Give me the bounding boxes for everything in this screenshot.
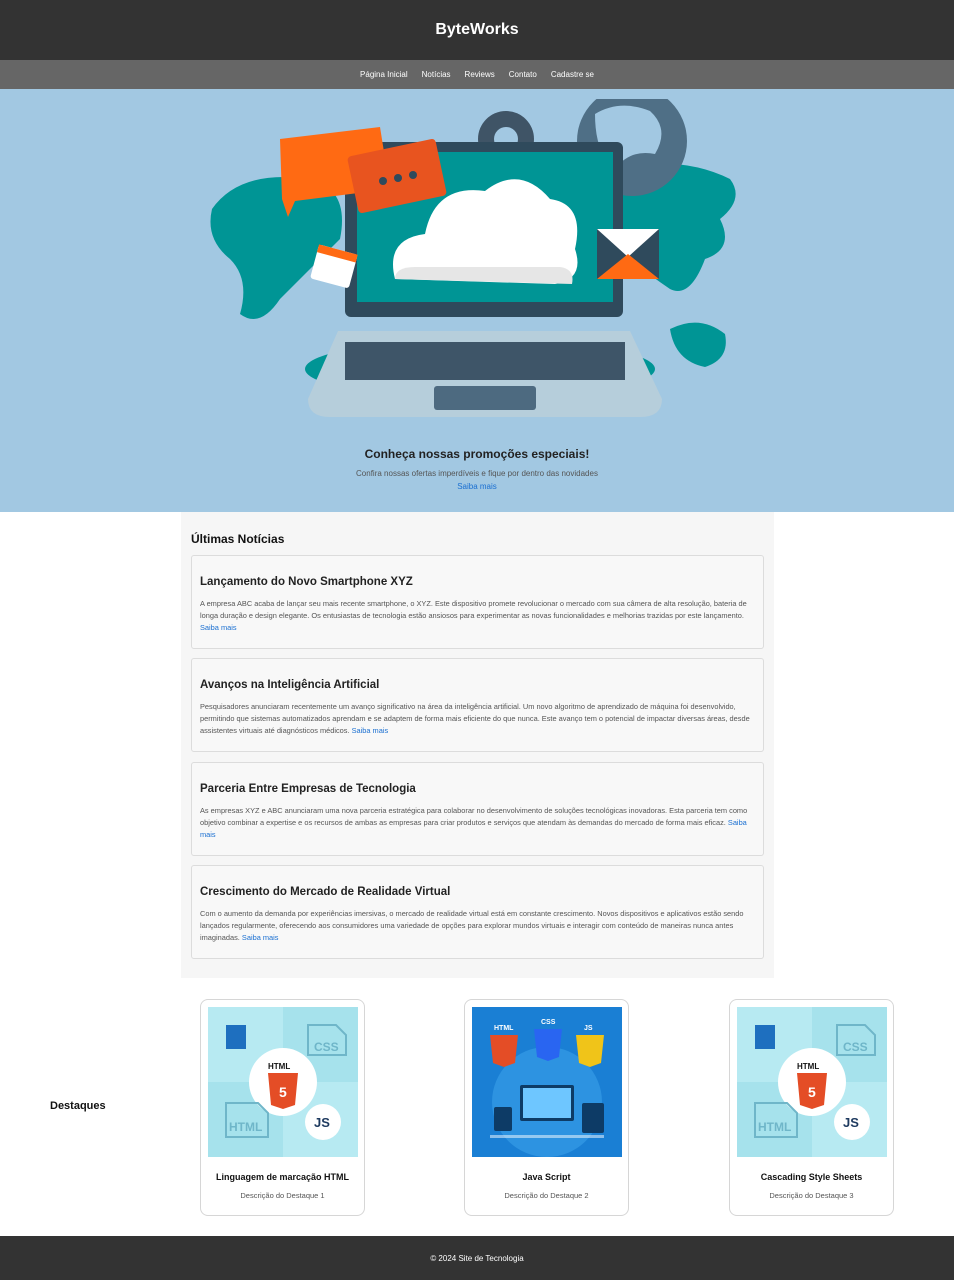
- svg-text:HTML: HTML: [797, 1062, 819, 1071]
- article-read-more-link[interactable]: Saiba mais: [242, 933, 279, 942]
- nav-item-contact[interactable]: Contato: [509, 70, 537, 79]
- highlight-card-description: Descrição do Destaque 1: [240, 1191, 325, 1200]
- svg-text:HTML: HTML: [758, 1120, 791, 1134]
- site-footer: © 2024 Site de Tecnologia: [0, 1236, 954, 1280]
- news-article: Avanços na Inteligência Artificial Pesqu…: [191, 658, 764, 752]
- highlight-card[interactable]: CSS HTML 5 HTML JS Cascading Style Sheet…: [729, 999, 894, 1216]
- article-body: As empresas XYZ e ABC anunciaram uma nov…: [200, 806, 748, 839]
- news-heading: Últimas Notícias: [191, 532, 285, 546]
- highlight-card-title: Linguagem de marcação HTML: [215, 1172, 350, 1182]
- article-title: Parceria Entre Empresas de Tecnologia: [200, 783, 416, 795]
- web-devices-illustration: HTML CSS JS: [472, 1007, 622, 1157]
- article-title: Avanços na Inteligência Artificial: [200, 679, 380, 691]
- svg-text:HTML: HTML: [229, 1120, 262, 1134]
- highlight-card-description: Descrição do Destaque 2: [504, 1191, 589, 1200]
- web-tech-illustration: CSS HTML 5 HTML JS: [208, 1007, 358, 1157]
- svg-text:JS: JS: [843, 1115, 859, 1130]
- svg-text:HTML: HTML: [268, 1062, 290, 1071]
- article-body: Pesquisadores anunciaram recentemente um…: [200, 702, 750, 735]
- svg-text:JS: JS: [314, 1115, 330, 1130]
- highlights-heading: Destaques: [50, 1100, 106, 1112]
- nav-item-news[interactable]: Notícias: [422, 70, 451, 79]
- highlight-card-title: Cascading Style Sheets: [760, 1172, 863, 1182]
- svg-text:CSS: CSS: [843, 1040, 868, 1054]
- svg-text:JS: JS: [584, 1025, 593, 1032]
- article-body: A empresa ABC acaba de lançar seu mais r…: [200, 599, 747, 632]
- site-title: ByteWorks: [435, 21, 519, 38]
- article-read-more-link[interactable]: Saiba mais: [200, 623, 237, 632]
- article-title: Crescimento do Mercado de Realidade Virt…: [200, 886, 451, 898]
- footer-copyright: © 2024 Site de Tecnologia: [430, 1253, 524, 1263]
- hero-subtitle: Confira nossas ofertas imperdíveis e fiq…: [356, 469, 598, 478]
- site-header: ByteWorks: [0, 0, 954, 60]
- svg-text:CSS: CSS: [541, 1019, 556, 1026]
- article-body: Com o aumento da demanda por experiência…: [200, 909, 744, 942]
- hero-learn-more-link[interactable]: Saiba mais: [0, 482, 954, 491]
- article-read-more-link[interactable]: Saiba mais: [352, 726, 389, 735]
- nav-item-signup[interactable]: Cadastre se: [551, 70, 594, 79]
- nav-item-home[interactable]: Página Inicial: [360, 70, 408, 79]
- highlight-card[interactable]: HTML CSS JS Java Script Descrição do Des…: [464, 999, 629, 1216]
- news-article: Crescimento do Mercado de Realidade Virt…: [191, 865, 764, 959]
- svg-text:5: 5: [808, 1084, 816, 1100]
- hero-title: Conheça nossas promoções especiais!: [364, 447, 590, 461]
- article-title: Lançamento do Novo Smartphone XYZ: [200, 576, 413, 588]
- hero-banner: Conheça nossas promoções especiais! Conf…: [0, 89, 954, 512]
- nav-item-reviews[interactable]: Reviews: [465, 70, 495, 79]
- highlight-card-title: Java Script: [522, 1172, 571, 1182]
- svg-text:5: 5: [279, 1084, 287, 1100]
- web-tech-illustration: CSS HTML 5 HTML JS: [737, 1007, 887, 1157]
- main-nav: Página Inicial Notícias Reviews Contato …: [0, 60, 954, 89]
- highlight-card[interactable]: CSS HTML 5 HTML JS Linguagem de marcação…: [200, 999, 365, 1216]
- svg-text:CSS: CSS: [314, 1040, 339, 1054]
- hero-illustration: [210, 99, 736, 417]
- news-article: Parceria Entre Empresas de Tecnologia As…: [191, 762, 764, 856]
- svg-text:HTML: HTML: [494, 1025, 514, 1032]
- news-article: Lançamento do Novo Smartphone XYZ A empr…: [191, 555, 764, 649]
- highlight-card-description: Descrição do Destaque 3: [769, 1191, 854, 1200]
- news-section: Últimas Notícias Lançamento do Novo Smar…: [181, 512, 774, 978]
